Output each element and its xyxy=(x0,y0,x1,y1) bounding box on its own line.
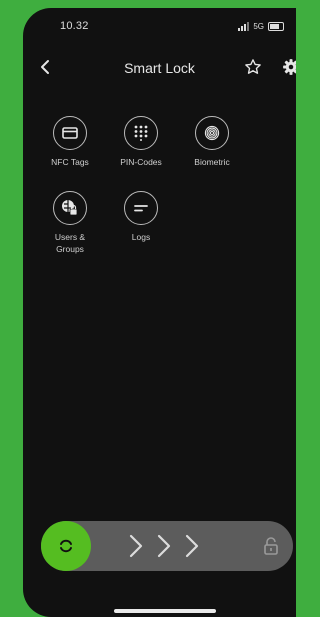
phone-screen: 10.32 5G Smart Lock NFC Tags PIN-Codes B… xyxy=(23,8,296,617)
feature-pin-codes[interactable]: PIN-Codes xyxy=(105,116,177,168)
gear-icon xyxy=(283,59,296,75)
refresh-arrows-icon xyxy=(60,539,72,553)
status-bar: 10.32 5G xyxy=(23,18,296,38)
home-indicator[interactable] xyxy=(114,609,216,613)
nfc-tags-button[interactable] xyxy=(53,116,87,150)
feature-label: NFC Tags xyxy=(51,157,89,167)
slider-handle[interactable] xyxy=(41,521,91,571)
battery-icon xyxy=(268,22,284,31)
feature-logs[interactable]: Logs xyxy=(105,191,177,243)
feature-label: Users & Groups xyxy=(54,232,86,254)
network-type: 5G xyxy=(253,22,264,31)
favorite-button[interactable] xyxy=(244,58,262,76)
users-groups-button[interactable] xyxy=(53,191,87,225)
signal-icon xyxy=(238,22,250,31)
feature-label: Biometric xyxy=(194,157,230,167)
logs-button[interactable] xyxy=(124,191,158,225)
chevrons-right-icon xyxy=(127,531,205,561)
fingerprint-icon xyxy=(204,125,220,141)
biometric-button[interactable] xyxy=(195,116,229,150)
card-icon xyxy=(62,127,78,139)
feature-label: PIN-Codes xyxy=(120,157,162,167)
feature-nfc-tags[interactable]: NFC Tags xyxy=(34,116,106,168)
feature-biometric[interactable]: Biometric xyxy=(176,116,248,168)
logs-icon xyxy=(134,205,148,212)
status-time: 10.32 xyxy=(60,20,89,32)
pin-codes-button[interactable] xyxy=(124,116,158,150)
unlock-icon xyxy=(263,536,279,561)
feature-users-groups[interactable]: Users & Groups xyxy=(34,191,106,255)
keypad-icon xyxy=(134,125,148,141)
users-lock-icon xyxy=(62,200,78,216)
settings-button[interactable] xyxy=(282,58,296,76)
status-indicators: 5G xyxy=(238,22,284,31)
swipe-to-unlock-slider[interactable] xyxy=(41,521,293,571)
feature-label: Logs xyxy=(131,232,151,242)
star-icon xyxy=(245,59,261,74)
